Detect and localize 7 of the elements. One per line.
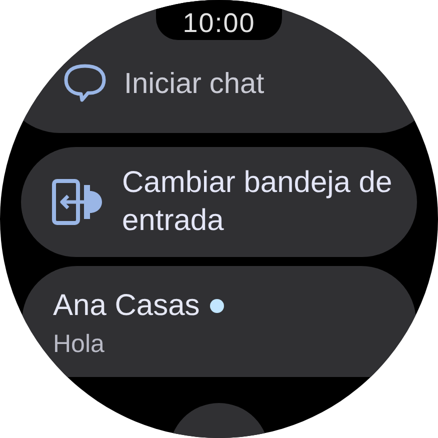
message-preview: Hola bbox=[53, 329, 106, 360]
chat-bubble-icon bbox=[64, 63, 106, 103]
swap-arrows-icon bbox=[52, 179, 104, 225]
contact-name: Ana Casas bbox=[53, 288, 200, 324]
conversation-item[interactable]: Ana Casas Hola bbox=[22, 266, 416, 377]
switch-inbox-button[interactable]: Cambiar bandeja de entrada bbox=[21, 147, 417, 257]
clock-time: 10:00 bbox=[182, 8, 256, 38]
